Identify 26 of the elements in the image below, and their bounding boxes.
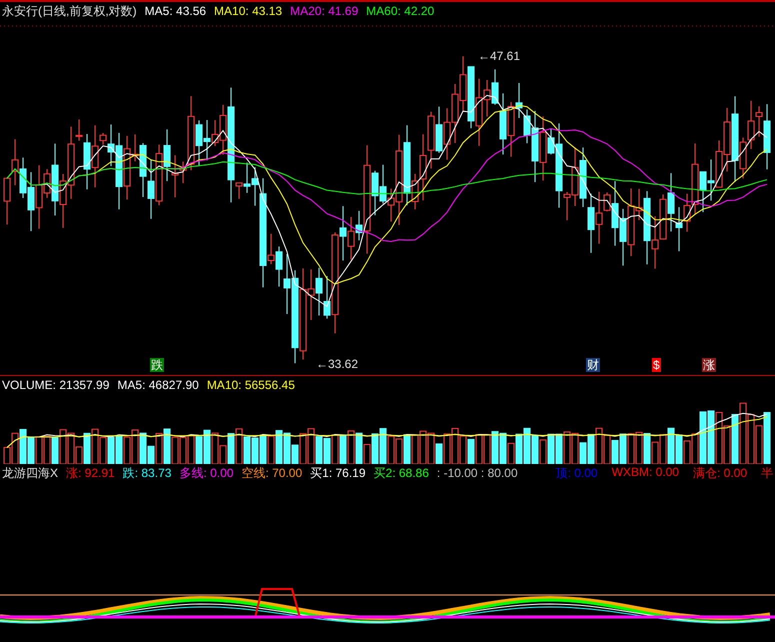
volume-legend: VOLUME: 21357.99 (2, 378, 110, 392)
indicator-legend: : -10.00 : 80.00 (436, 466, 518, 480)
indicator-legend: 多线: 0.00 (179, 464, 234, 482)
ma-legend: MA10: 43.13 (214, 4, 282, 18)
volume-legend: MA5: 46827.90 (117, 378, 199, 392)
signal-marker: 财 (586, 358, 600, 372)
indicator-legend: 顶: 0.00 (556, 464, 598, 482)
ma-legend: MA20: 41.69 (290, 4, 358, 18)
volume-legend: MA10: 56556.45 (206, 378, 295, 392)
signal-marker: $ (652, 358, 661, 372)
indicator-legend: WXBM: 0.00 (612, 464, 679, 482)
chart-title: 永安行(日线,前复权,对数) (2, 2, 137, 20)
indicator-legend: 满仓: 0.00 (692, 464, 747, 482)
indicator-title: 龙游四海X (2, 464, 58, 482)
indicator-legend: 半 (761, 464, 773, 482)
ma-legend: MA60: 42.20 (366, 4, 434, 18)
signal-marker: 跌 (150, 358, 164, 372)
indicator-legend: 涨: 92.91 (66, 464, 115, 482)
indicator-legend: 买1: 76.19 (310, 464, 366, 482)
low-price-label: ←33.62 (316, 357, 358, 371)
signal-marker: 涨 (702, 358, 716, 372)
indicator-legend: 空线: 70.00 (241, 464, 302, 482)
indicator-legend: 跌: 83.73 (122, 464, 172, 482)
indicator-legend: 买2: 68.86 (374, 464, 429, 482)
ma-legend: MA5: 43.56 (144, 4, 206, 18)
high-price-label: ←47.61 (478, 49, 520, 63)
